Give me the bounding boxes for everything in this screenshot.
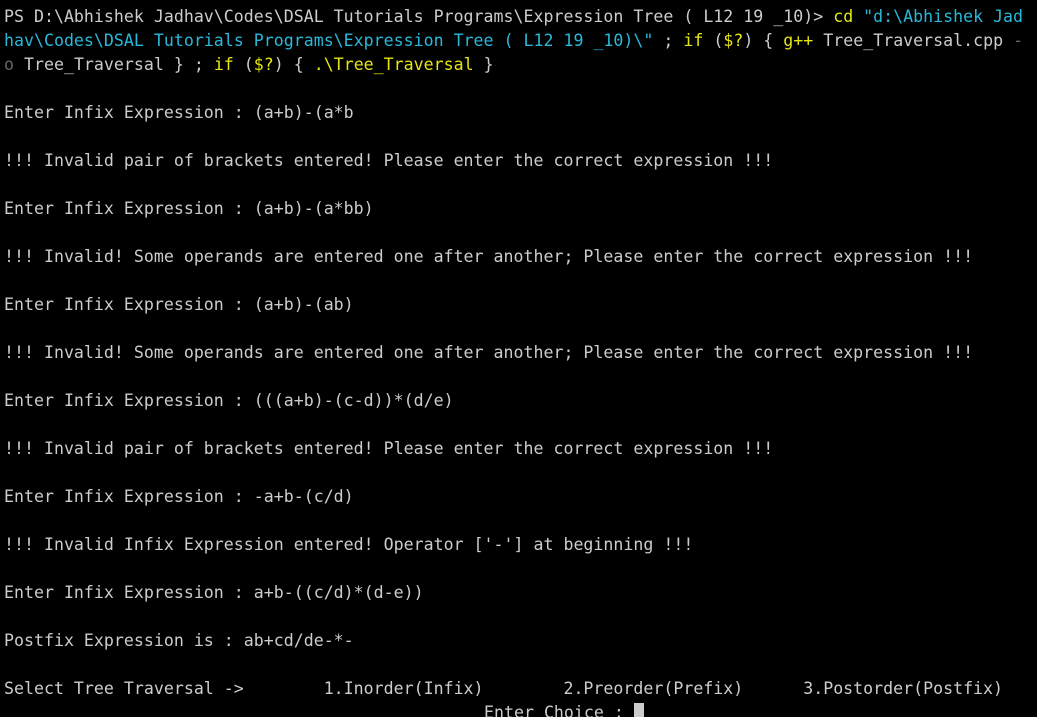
if-keyword-1: if [683,31,704,50]
dash-flag: - [1003,31,1024,50]
postfix-result: Postfix Expression is : ab+cd/de-*- [4,631,354,650]
output-line: !!! Invalid! Some operands are entered o… [4,247,974,266]
output-line: !!! Invalid pair of brackets entered! Pl… [4,439,774,458]
cond-close-1: ) { [743,31,784,50]
brace-close: } [473,55,494,74]
output-flag: o [4,55,14,74]
output-line: Enter Infix Expression : -a+b-(c/d) [4,487,354,506]
traversal-menu: Select Tree Traversal -> 1.Inorder(Infix… [4,679,1004,698]
source-file: Tree_Traversal.cpp [813,31,1004,50]
cd-command: cd [833,7,854,26]
output-line: Enter Infix Expression : (a+b)-(a*bb) [4,199,374,218]
gpp-command: g++ [783,31,814,50]
output-line: Enter Infix Expression : (a+b)-(ab) [4,295,354,314]
command-line-2: hav\Codes\DSAL Tutorials Programs\Expres… [4,29,1037,53]
if-keyword-2: if [213,55,234,74]
text-cursor[interactable] [633,703,644,717]
output-name: Tree_Traversal } ; [14,55,214,74]
run-executable: .\Tree_Traversal [313,55,474,74]
cond-close-2: ) { [273,55,314,74]
choice-prompt-line[interactable]: Enter Choice : [4,701,1037,717]
cond-open-2: ( [233,55,254,74]
path-string-start: "d:\Abhishek Jad [853,7,1024,26]
command-line-3: o Tree_Traversal } ; if ($?) { .\Tree_Tr… [4,53,1037,77]
output-line: !!! Invalid pair of brackets entered! Pl… [4,151,774,170]
separator-1: ; [653,31,684,50]
command-line-1: PS D:\Abhishek Jadhav\Codes\DSAL Tutoria… [4,5,1037,29]
shell-prompt: PS D:\Abhishek Jadhav\Codes\DSAL Tutoria… [4,7,834,26]
output-line: Enter Infix Expression : a+b-((c/d)*(d-e… [4,583,424,602]
exit-status-var-2: $? [253,55,274,74]
output-line: !!! Invalid! Some operands are entered o… [4,343,974,362]
output-line: Enter Infix Expression : (a+b)-(a*b [4,103,354,122]
exit-status-var-1: $? [723,31,744,50]
output-line: Enter Infix Expression : (((a+b)-(c-d))*… [4,391,454,410]
path-string-end: hav\Codes\DSAL Tutorials Programs\Expres… [4,31,654,50]
terminal-window[interactable]: PS D:\Abhishek Jadhav\Codes\DSAL Tutoria… [0,0,1037,717]
output-line: !!! Invalid Infix Expression entered! Op… [4,535,694,554]
choice-prompt: Enter Choice : [484,703,634,717]
cond-open-1: ( [703,31,724,50]
